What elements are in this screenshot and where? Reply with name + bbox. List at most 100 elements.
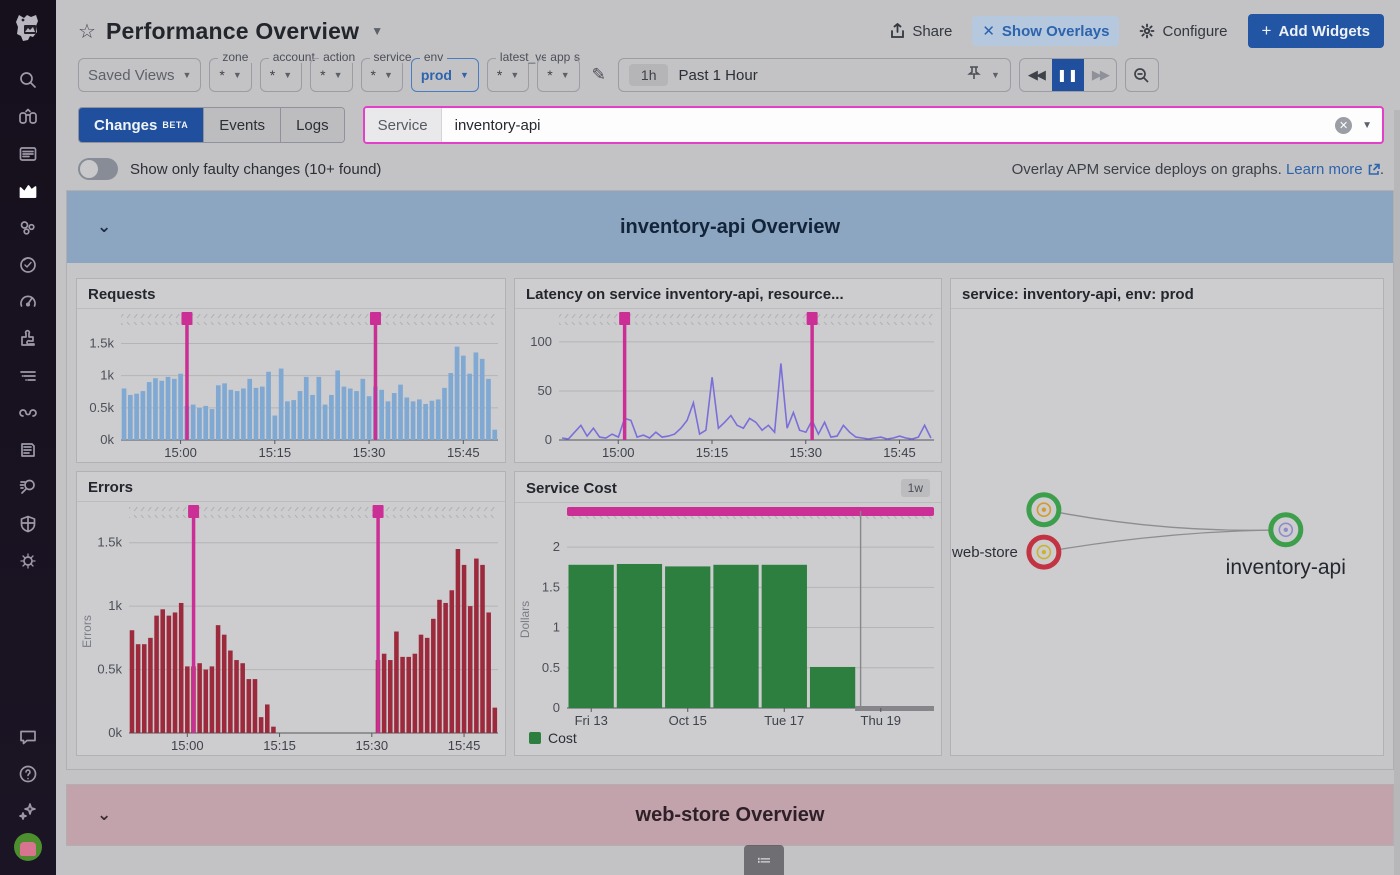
web-store-section-header[interactable]: ⌄ web-store Overview bbox=[67, 785, 1393, 845]
time-chevron-down-icon: ▼ bbox=[991, 70, 1000, 80]
svg-text:web-store: web-store bbox=[951, 544, 1018, 561]
filter-pill-app[interactable]: app*▼ bbox=[537, 58, 579, 92]
sidebar-item-integrations[interactable] bbox=[10, 329, 46, 349]
sidebar-item-chat[interactable] bbox=[10, 727, 46, 747]
plus-icon: + bbox=[1262, 21, 1272, 41]
configure-label: Configure bbox=[1162, 23, 1227, 40]
time-back-button[interactable]: ◀◀ bbox=[1020, 59, 1052, 91]
zoom-out-button[interactable] bbox=[1125, 58, 1159, 92]
saved-views-dropdown[interactable]: Saved Views ▼ bbox=[78, 58, 201, 92]
svg-text:50: 50 bbox=[538, 383, 552, 398]
notebooks-icon bbox=[18, 440, 38, 460]
errors-chart[interactable]: 0k0.5k1k1.5kErrors15:0015:1515:3015:45 bbox=[77, 502, 505, 755]
time-range-picker[interactable]: 1h Past 1 Hour ▼ bbox=[618, 58, 1011, 92]
collapse-chevron-icon[interactable]: ⌄ bbox=[97, 805, 111, 825]
datadog-logo[interactable] bbox=[0, 0, 56, 56]
tab-events[interactable]: Events bbox=[204, 108, 281, 142]
pause-button[interactable]: ❚❚ bbox=[1052, 59, 1084, 91]
svg-text:15:00: 15:00 bbox=[602, 445, 635, 460]
clear-icon[interactable]: ✕ bbox=[1335, 117, 1352, 134]
service-map-chart[interactable]: web-storeinventory-api bbox=[951, 309, 1383, 755]
sidebar-item-watchdog[interactable] bbox=[10, 107, 46, 127]
tab-logs[interactable]: Logs bbox=[281, 108, 344, 142]
sidebar-item-monitors[interactable] bbox=[10, 255, 46, 275]
filter-pill-account[interactable]: account*▼ bbox=[260, 58, 302, 92]
share-button[interactable]: Share bbox=[880, 17, 962, 46]
service-chevron-down-icon[interactable]: ▼ bbox=[1362, 120, 1372, 131]
tab-group: ChangesBETAEventsLogs bbox=[78, 107, 345, 143]
svg-text:15:30: 15:30 bbox=[356, 738, 389, 753]
legend-swatch bbox=[529, 732, 541, 744]
chevron-down-icon: ▼ bbox=[561, 70, 570, 80]
configure-button[interactable]: Configure bbox=[1129, 17, 1237, 46]
page-title: Performance Overview bbox=[106, 18, 359, 45]
inventory-api-section-header[interactable]: ⌄ inventory-api Overview bbox=[67, 191, 1393, 263]
help-icon bbox=[18, 764, 38, 784]
sidebar-item-apm[interactable] bbox=[10, 366, 46, 386]
filter-pill-latest_versions[interactable]: latest_versions*▼ bbox=[487, 58, 529, 92]
collapse-chevron-icon[interactable]: ⌄ bbox=[97, 217, 111, 237]
sidebar-item-search[interactable] bbox=[10, 70, 46, 90]
show-overlays-button[interactable]: ✕ Show Overlays bbox=[972, 16, 1119, 46]
faulty-changes-toggle[interactable] bbox=[78, 158, 118, 180]
share-icon bbox=[890, 23, 905, 39]
svg-text:Errors: Errors bbox=[80, 615, 94, 648]
time-range-chip: 1h bbox=[629, 64, 669, 86]
favorite-star-icon[interactable]: ☆ bbox=[78, 19, 96, 44]
watchdog-icon bbox=[18, 107, 38, 127]
changes-tabs-row: ChangesBETAEventsLogs Service inventory-… bbox=[78, 106, 1384, 144]
cost-chart[interactable]: 00.511.52DollarsFri 13Oct 15Tue 17Thu 19 bbox=[515, 503, 941, 730]
svg-text:15:30: 15:30 bbox=[353, 445, 386, 460]
drag-handle-ghost-icon[interactable]: ≔ bbox=[744, 845, 784, 875]
pill-value: * bbox=[371, 67, 376, 83]
pill-label: service bbox=[370, 51, 416, 63]
apm-icon bbox=[18, 366, 38, 386]
sidebar-item-metrics-gauge[interactable] bbox=[10, 292, 46, 312]
svg-text:Thu 19: Thu 19 bbox=[861, 713, 901, 728]
latency-chart[interactable]: 05010015:0015:1515:3015:45 bbox=[515, 309, 941, 462]
search-icon bbox=[18, 70, 38, 90]
filter-pill-env[interactable]: envprod▼ bbox=[411, 58, 479, 92]
sidebar-item-service-map[interactable] bbox=[10, 403, 46, 423]
pill-label: env bbox=[420, 51, 447, 63]
service-map-icon bbox=[18, 403, 38, 423]
main-area: ☆ Performance Overview ▼ Share ✕ Show Ov… bbox=[56, 0, 1400, 875]
svg-text:15:30: 15:30 bbox=[789, 445, 822, 460]
pill-value: * bbox=[547, 67, 552, 83]
svg-text:1.5: 1.5 bbox=[542, 579, 560, 594]
time-range-label: Past 1 Hour bbox=[678, 67, 757, 84]
sidebar-item-log-explorer[interactable] bbox=[10, 477, 46, 497]
zoom-out-icon bbox=[1133, 67, 1150, 84]
sidebar-item-security[interactable] bbox=[10, 514, 46, 534]
user-avatar[interactable] bbox=[14, 833, 42, 861]
widget-title: Service Cost bbox=[526, 480, 617, 497]
scrollbar-track[interactable] bbox=[1394, 110, 1400, 875]
time-forward-button[interactable]: ▶▶ bbox=[1084, 59, 1116, 91]
requests-chart[interactable]: 0k0.5k1k1.5k15:0015:1515:3015:45 bbox=[77, 309, 505, 462]
filter-pill-action[interactable]: action*▼ bbox=[310, 58, 352, 92]
pill-value: * bbox=[270, 67, 275, 83]
title-dropdown-chevron-icon[interactable]: ▼ bbox=[371, 24, 383, 38]
edit-pencil-icon[interactable]: ✎ bbox=[592, 65, 606, 85]
service-filter-value[interactable]: inventory-api bbox=[442, 117, 1335, 134]
faulty-changes-label: Show only faulty changes (10+ found) bbox=[130, 161, 381, 178]
svg-text:1.5k: 1.5k bbox=[97, 535, 122, 550]
monitors-icon bbox=[18, 255, 38, 275]
sidebar-item-events-list[interactable] bbox=[10, 144, 46, 164]
widget-title: service: inventory-api, env: prod bbox=[962, 286, 1194, 303]
pin-icon[interactable] bbox=[967, 65, 981, 85]
gear-icon bbox=[1139, 23, 1155, 39]
sidebar-item-sparkle[interactable] bbox=[10, 801, 46, 821]
share-label: Share bbox=[912, 23, 952, 40]
learn-more-link[interactable]: Learn more bbox=[1286, 161, 1363, 178]
tab-changes[interactable]: ChangesBETA bbox=[79, 108, 204, 142]
sidebar-item-dashboards[interactable] bbox=[10, 181, 46, 201]
add-widgets-button[interactable]: + Add Widgets bbox=[1248, 14, 1384, 48]
sidebar-item-help[interactable] bbox=[10, 764, 46, 784]
filter-pill-service[interactable]: service*▼ bbox=[361, 58, 403, 92]
filter-pill-zone[interactable]: zone*▼ bbox=[209, 58, 251, 92]
sidebar-item-infrastructure[interactable] bbox=[10, 218, 46, 238]
sidebar-item-synthetics[interactable] bbox=[10, 551, 46, 571]
sidebar-item-notebooks[interactable] bbox=[10, 440, 46, 460]
service-filter-combobox[interactable]: Service inventory-api ✕ ▼ bbox=[363, 106, 1384, 144]
